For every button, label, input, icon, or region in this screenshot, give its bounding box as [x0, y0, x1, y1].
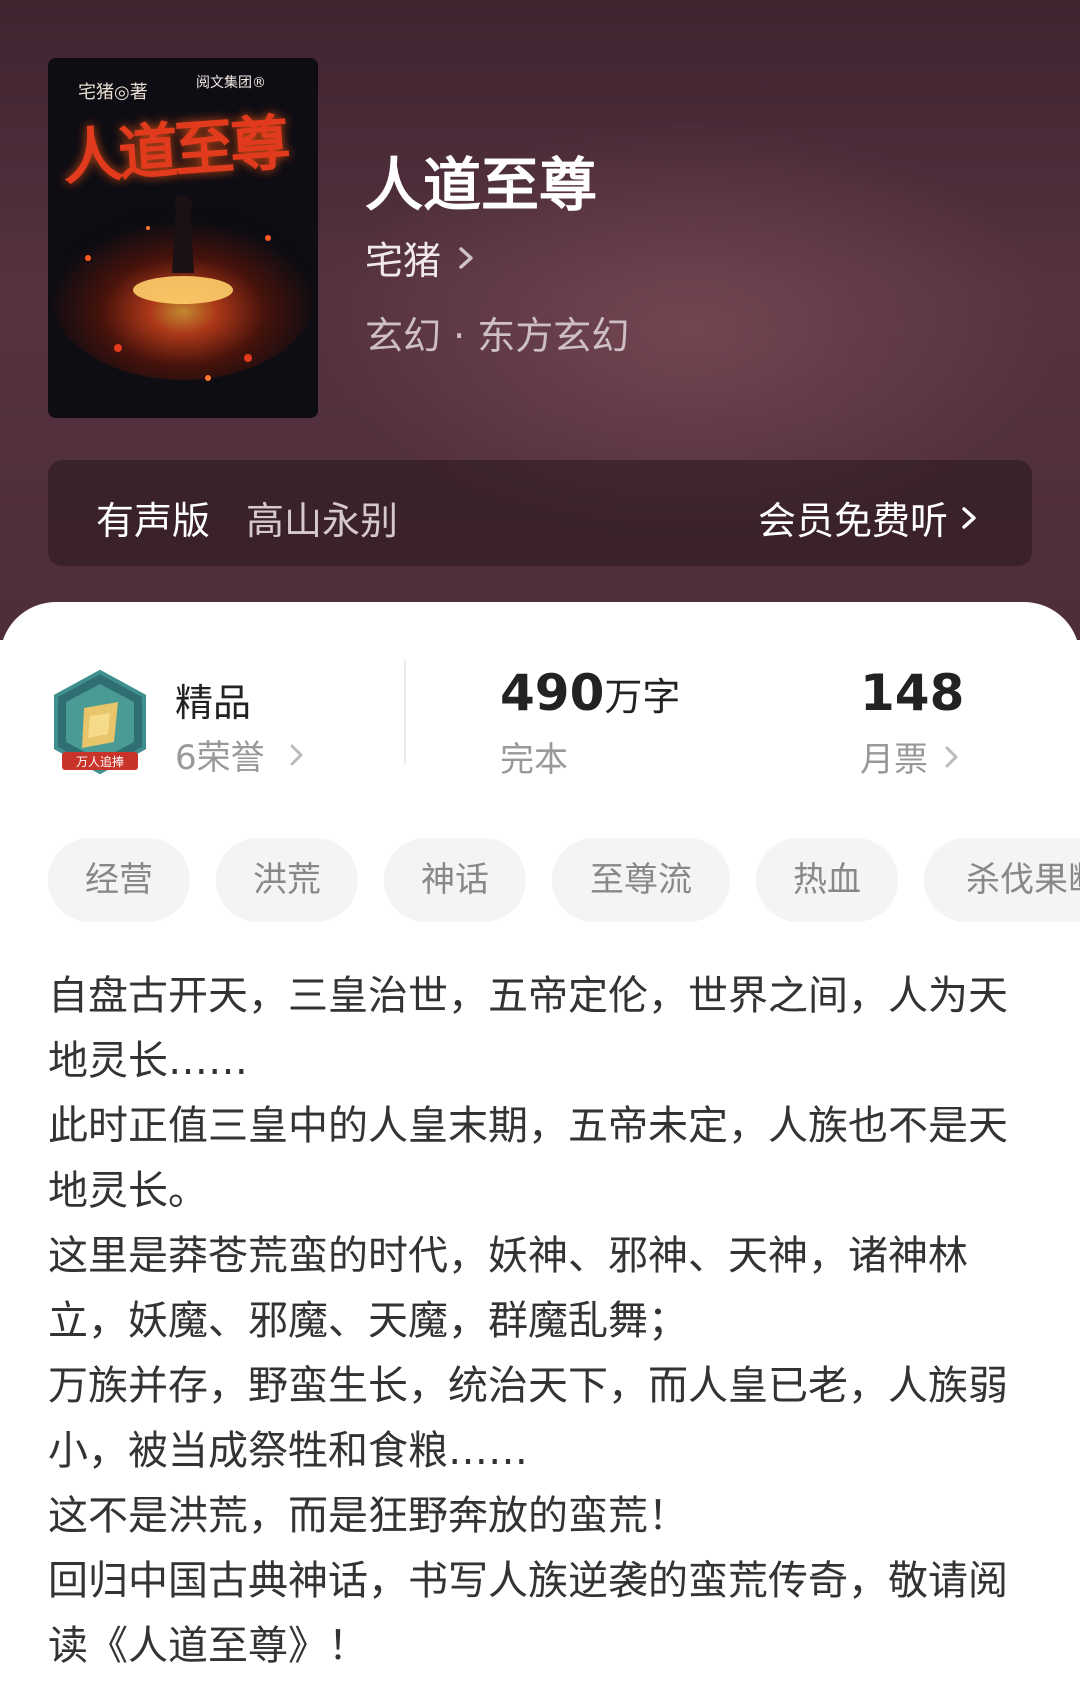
description-paragraph: 万族并存，野蛮生长，统治天下，而人皇已老，人族弱小，被当成祭牲和食粮……: [48, 1363, 1008, 1474]
cover-author-text: 宅猪◎著: [78, 82, 148, 103]
description-paragraph: 这不是洪荒，而是狂野奔放的蛮荒！: [48, 1493, 688, 1539]
monthly-votes-label: 月票: [860, 740, 928, 780]
word-count: 490万字: [500, 664, 680, 722]
book-title: 人道至尊: [365, 151, 598, 219]
description-paragraph: 自盘古开天，三皇治世，五帝定伦，世界之间，人为天地灵长……: [48, 973, 1008, 1084]
tag-list: 经营 洪荒 神话 至尊流 热血 杀伐果断: [48, 838, 1080, 924]
tag-chip[interactable]: 至尊流: [552, 838, 730, 922]
tag-chip[interactable]: 神话: [384, 838, 526, 922]
chevron-right-icon: [945, 746, 958, 767]
tag-chip[interactable]: 杀伐果断: [924, 838, 1080, 922]
honor-badge-text: 万人追捧: [76, 754, 124, 769]
audio-version-bar[interactable]: 有声版 高山永别 会员免费听: [48, 460, 1032, 566]
description-paragraph: 此时正值三皇中的人皇末期，五帝未定，人族也不是天地灵长。: [48, 1103, 1008, 1214]
cover-title-text: 人道至尊: [60, 108, 289, 194]
book-description: 自盘古开天，三皇治世，五帝定伦，世界之间，人为天地灵长…… 此时正值三皇中的人皇…: [48, 964, 1008, 1679]
member-free-listen-label: 会员免费听: [757, 499, 948, 543]
description-paragraph: 回归中国古典神话，书写人族逆袭的蛮荒传奇，敬请阅读《人道至尊》！: [48, 1558, 1008, 1669]
audio-label: 有声版: [96, 499, 211, 543]
chevron-right-icon: [962, 506, 976, 529]
chevron-right-icon: [290, 744, 303, 765]
book-cover[interactable]: 宅猪◎著 阅文集团® 人道至尊: [48, 58, 318, 418]
chevron-right-icon: [459, 246, 473, 269]
tag-chip[interactable]: 热血: [756, 838, 898, 922]
description-paragraph: 这里是莽苍荒蛮的时代，妖神、邪神、天神，诸神林立，妖魔、邪魔、天魔，群魔乱舞；: [48, 1233, 968, 1344]
cover-publisher-text: 阅文集团®: [196, 75, 266, 91]
completion-status: 完本: [500, 740, 568, 780]
book-info-card: 万人追捧 精品 6荣誉 490万字 完本 148 月票 经营 洪荒 神话 至尊流…: [0, 602, 1080, 1702]
honor-count: 6荣誉: [175, 738, 265, 778]
book-header: 宅猪◎著 阅文集团® 人道至尊 人道至尊 宅猪 玄幻 · 东方玄幻 有声版 高山…: [0, 0, 1080, 640]
honor-link[interactable]: 6荣誉: [175, 730, 309, 779]
author-link[interactable]: 宅猪: [365, 230, 479, 285]
member-free-listen-button[interactable]: 会员免费听: [758, 490, 982, 545]
word-count-unit: 万字: [604, 675, 681, 719]
stats-divider: [404, 660, 406, 764]
word-count-number: 490: [500, 664, 605, 722]
monthly-votes-link[interactable]: 月票: [860, 732, 964, 781]
tag-chip[interactable]: 经营: [48, 838, 190, 922]
honor-badge-icon[interactable]: 万人追捧: [48, 668, 152, 784]
monthly-votes-count: 148: [860, 664, 965, 722]
author-name: 宅猪: [365, 239, 442, 283]
tag-chip[interactable]: 洪荒: [216, 838, 358, 922]
audio-narrator: 高山永别: [246, 499, 399, 543]
honor-title: 精品: [175, 681, 252, 725]
genre-text[interactable]: 玄幻 · 东方玄幻: [365, 305, 629, 360]
